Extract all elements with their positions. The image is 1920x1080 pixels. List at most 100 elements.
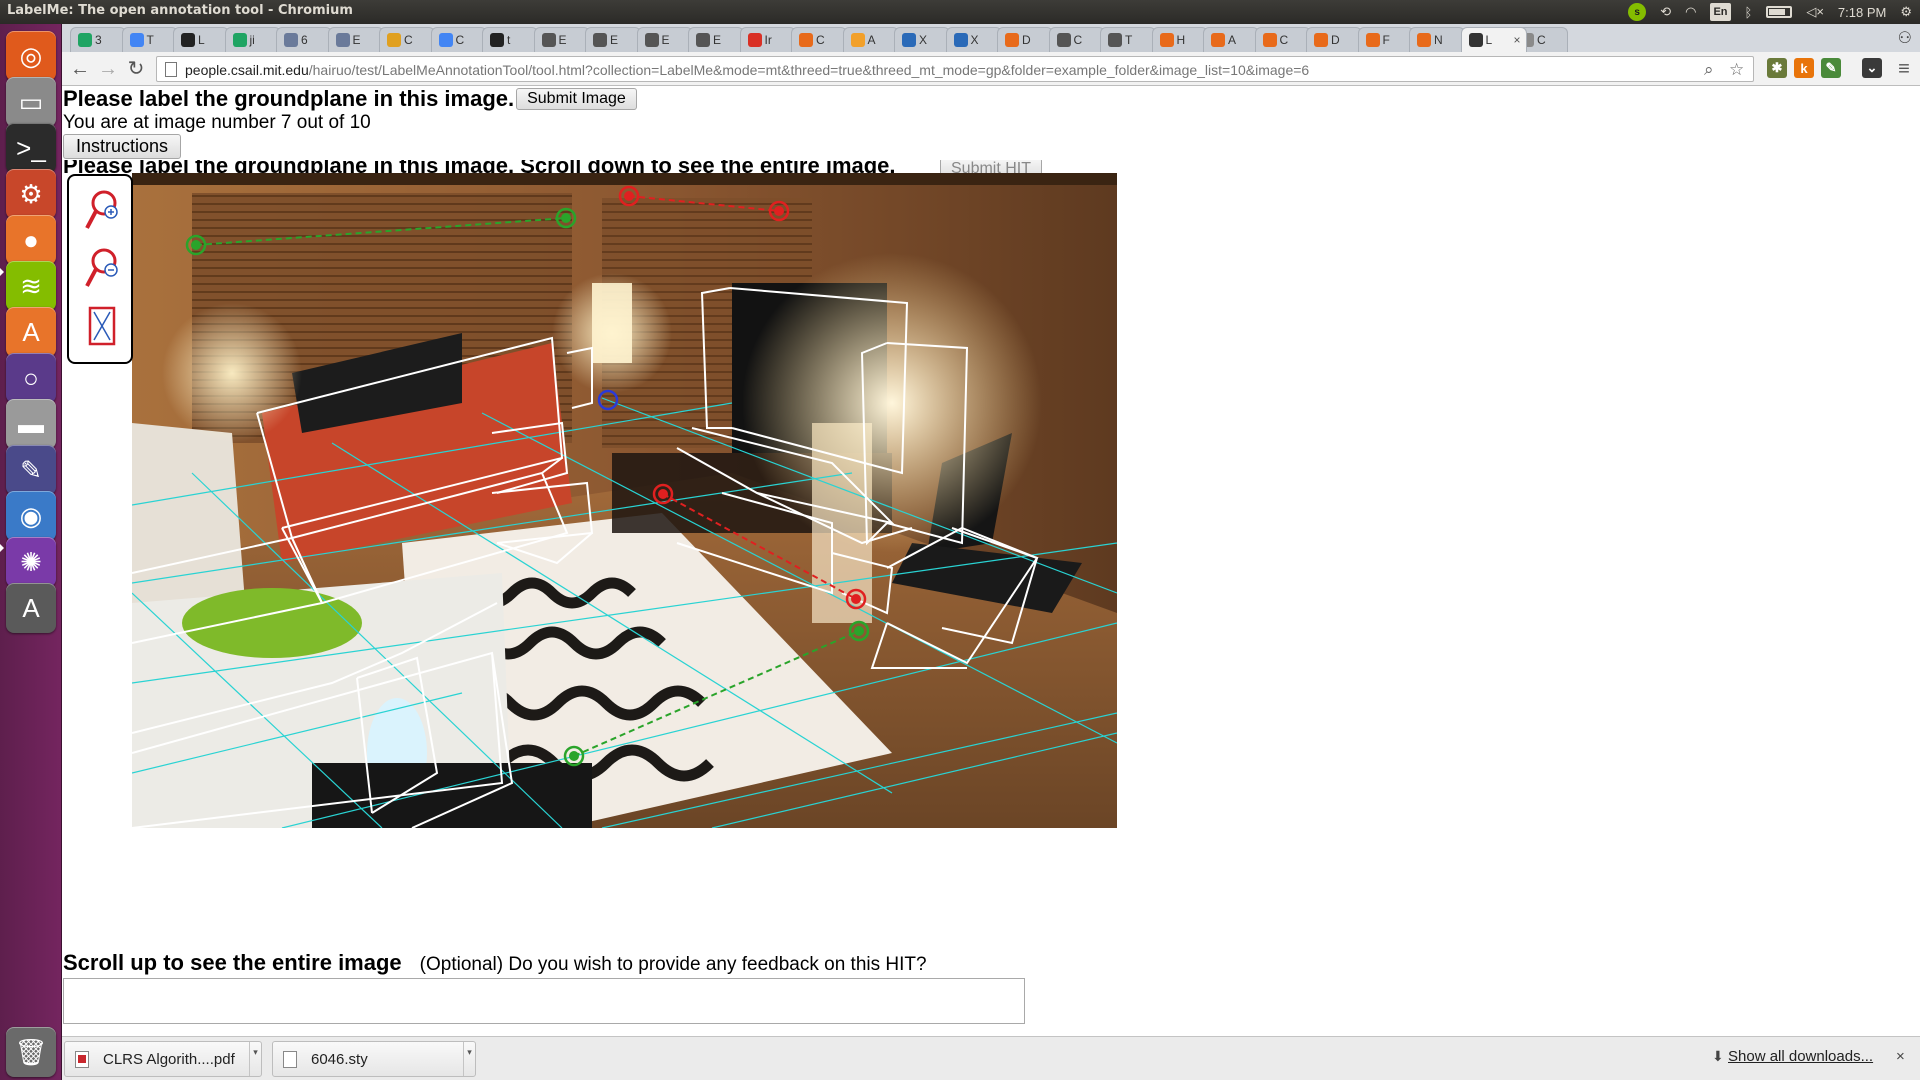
tab-label: ji — [249, 33, 255, 47]
address-bar[interactable]: people.csail.mit.edu/hairuo/test/LabelMe… — [156, 56, 1754, 82]
control-point[interactable] — [658, 489, 668, 499]
browser-tab[interactable]: C — [1254, 27, 1311, 52]
pdf-file-icon — [75, 1050, 89, 1068]
tab-label: H — [1176, 33, 1186, 47]
browser-tab[interactable]: ji — [224, 27, 281, 52]
browser-tab[interactable]: C — [430, 27, 487, 52]
chromium-icon[interactable]: ◉ — [6, 491, 56, 541]
file-manager-icon[interactable]: ▭ — [6, 77, 56, 127]
browser-tab[interactable]: t — [482, 27, 538, 52]
bookmark-star-icon[interactable]: ☆ — [1729, 60, 1744, 80]
gear-icon[interactable]: ⚙ — [1900, 3, 1912, 21]
back-arrow-icon[interactable]: ← — [68, 57, 92, 81]
submit-hit-button[interactable]: Submit HIT — [940, 160, 1043, 174]
spiral-app-icon[interactable]: ✺ — [6, 537, 56, 587]
keyboard-layout-icon[interactable]: En — [1710, 3, 1731, 21]
system-settings-icon[interactable]: ⚙ — [6, 169, 56, 219]
browser-tab[interactable]: 6 — [276, 27, 332, 52]
spotify-indicator-icon[interactable]: s — [1628, 3, 1647, 21]
volume-mute-icon[interactable]: ◁× — [1806, 3, 1824, 21]
extension-puzzle-icon[interactable]: ✱ — [1767, 58, 1787, 78]
extension-badge-icon[interactable]: ✎ — [1821, 58, 1841, 78]
extension-k-icon[interactable]: k — [1794, 58, 1814, 78]
terminal-icon[interactable]: >_ — [6, 123, 56, 173]
browser-tab[interactable]: D — [997, 27, 1053, 52]
wifi-icon[interactable]: ◠ — [1685, 3, 1696, 21]
zoom-out-icon[interactable] — [84, 246, 120, 290]
download-item[interactable]: 6046.sty ▾ — [272, 1041, 476, 1077]
tab-label: F — [1382, 33, 1390, 47]
software-updater-icon[interactable]: A — [6, 583, 56, 633]
gmail-favicon-icon — [747, 33, 762, 47]
zoom-magnifier-icon[interactable]: ⌕ — [1704, 60, 1714, 80]
control-point[interactable] — [569, 751, 579, 761]
annotation-canvas[interactable] — [132, 173, 1117, 828]
browser-tab[interactable]: H — [1151, 27, 1208, 52]
tab-label: E — [352, 33, 361, 47]
browser-tab[interactable]: E — [636, 27, 693, 52]
software-center-icon[interactable]: A — [6, 307, 56, 357]
browser-tab[interactable]: X — [894, 27, 950, 52]
browser-tab[interactable]: L × — [1460, 27, 1527, 52]
bluetooth-icon[interactable]: ᛒ — [1745, 3, 1753, 21]
browser-tab[interactable]: E — [327, 27, 384, 52]
browser-tab[interactable]: X — [945, 27, 1002, 52]
show-all-downloads-link[interactable]: Show all downloads... — [1728, 1048, 1873, 1065]
menu-hamburger-icon[interactable]: ≡ — [1892, 57, 1916, 81]
control-point[interactable] — [561, 213, 571, 223]
ubuntu-dash-icon[interactable]: ◎ — [6, 31, 56, 81]
unity-launcher: ◎ ▭ >_ ⚙ ● ≋ A ○ ▬ ✎ ◉ ✺ A 🗑 — [0, 24, 62, 1080]
sync-icon[interactable]: ⟲ — [1660, 3, 1671, 21]
browser-tab[interactable]: C — [1048, 27, 1105, 52]
feedback-textarea[interactable] — [63, 978, 1025, 1024]
download-item[interactable]: CLRS Algorith....pdf ▾ — [64, 1041, 262, 1077]
control-point[interactable] — [854, 626, 864, 636]
browser-tab[interactable]: E — [533, 27, 590, 52]
tab-close-icon[interactable]: × — [1513, 33, 1520, 47]
close-icon[interactable]: × — [1896, 1048, 1905, 1065]
browser-tab[interactable]: C — [791, 27, 847, 52]
download-filename: 6046.sty — [311, 1050, 368, 1068]
browser-tab[interactable]: 3 — [70, 27, 126, 52]
unity-tweak-icon[interactable]: ○ — [6, 353, 56, 403]
browser-tab[interactable]: N — [1409, 27, 1465, 52]
reload-icon[interactable]: ↻ — [124, 57, 148, 81]
browser-tab[interactable]: C — [379, 27, 435, 52]
zoom-in-icon[interactable] — [84, 188, 120, 232]
inkscape-icon[interactable]: ✎ — [6, 445, 56, 495]
submit-image-button[interactable]: Submit Image — [516, 88, 637, 110]
top-panel: LabelMe: The open annotation tool - Chro… — [0, 0, 1920, 24]
firefox-icon[interactable]: ● — [6, 215, 56, 265]
browser-tab[interactable]: T — [1100, 27, 1156, 52]
profile-icon[interactable]: ⚇ — [1898, 28, 1912, 48]
control-point[interactable] — [851, 594, 861, 604]
browser-tab[interactable]: D — [1306, 27, 1362, 52]
browser-tab[interactable]: F — [1357, 27, 1414, 52]
forward-arrow-icon[interactable]: → — [96, 57, 120, 81]
chevron-down-icon[interactable]: ▾ — [463, 1042, 475, 1076]
wiki-favicon-icon — [593, 33, 607, 47]
control-point[interactable] — [774, 206, 784, 216]
browser-tab[interactable]: E — [688, 27, 744, 52]
control-point[interactable] — [191, 240, 201, 250]
browser-tab[interactable]: A — [842, 27, 899, 52]
browser-tab[interactable]: L — [173, 27, 229, 52]
clock[interactable]: 7:18 PM — [1838, 3, 1886, 21]
spotify-icon[interactable]: ≋ — [6, 261, 56, 311]
instructions-button[interactable]: Instructions — [63, 134, 182, 159]
chevron-down-icon[interactable]: ▾ — [249, 1042, 261, 1076]
pocket-icon[interactable]: ⌄ — [1862, 58, 1882, 78]
control-point[interactable] — [624, 191, 634, 201]
tab-label: T — [1125, 33, 1133, 47]
browser-tab[interactable]: T — [121, 27, 178, 52]
disk-drive-icon[interactable]: ▬ — [6, 399, 56, 449]
browser-toolbar: ← → ↻ people.csail.mit.edu/hairuo/test/L… — [62, 52, 1920, 86]
scroll-up-heading: Scroll up to see the entire image — [63, 950, 402, 975]
browser-tab[interactable]: Ir — [739, 27, 796, 52]
browser-tab[interactable]: A — [1203, 27, 1259, 52]
battery-icon[interactable] — [1766, 6, 1793, 18]
trash-icon[interactable]: 🗑 — [6, 1027, 56, 1077]
url-text[interactable]: people.csail.mit.edu/hairuo/test/LabelMe… — [185, 62, 1309, 78]
browser-tab[interactable]: E — [585, 27, 641, 52]
fit-to-window-icon[interactable] — [84, 304, 120, 348]
